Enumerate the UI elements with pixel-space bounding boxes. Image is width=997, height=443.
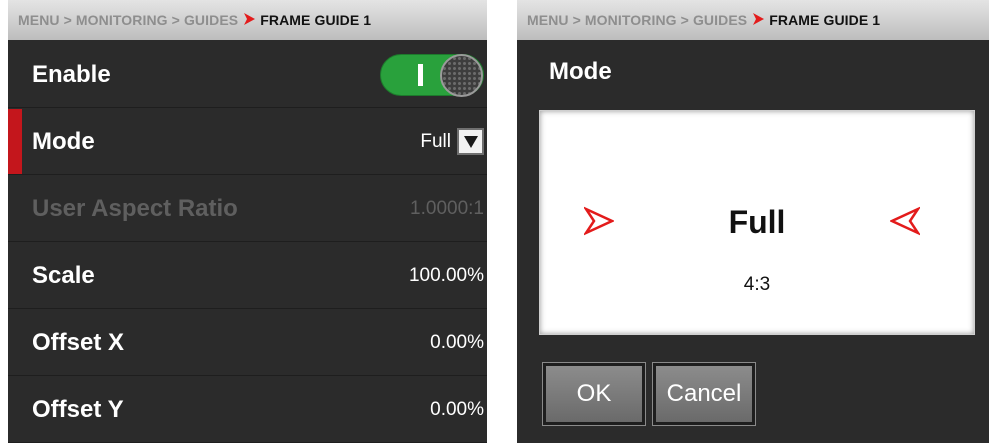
mode-label: Mode xyxy=(32,127,95,155)
breadcrumb-separator: > xyxy=(171,12,180,28)
chevron-right-red-icon xyxy=(752,12,765,29)
user-aspect-ratio-row: User Aspect Ratio 1.0000:1 xyxy=(8,176,487,242)
breadcrumb-current: FRAME GUIDE 1 xyxy=(769,12,881,28)
dialog-title: Mode xyxy=(549,58,612,85)
breadcrumb-separator: > xyxy=(63,12,72,28)
scale-row[interactable]: Scale 100.00% xyxy=(8,243,487,309)
dropdown-arrow-icon[interactable] xyxy=(457,128,484,155)
breadcrumb: MENU > MONITORING > GUIDES FRAME GUIDE 1 xyxy=(517,0,989,40)
mode-value: Full xyxy=(420,130,451,152)
mode-picker[interactable]: Full 4:3 xyxy=(539,110,975,335)
mode-dropdown[interactable]: Full xyxy=(420,128,484,155)
breadcrumb-current: FRAME GUIDE 1 xyxy=(260,12,372,28)
scale-value[interactable]: 100.00% xyxy=(409,265,484,287)
breadcrumb-separator: > xyxy=(572,12,581,28)
picker-next-icon[interactable] xyxy=(889,206,922,241)
breadcrumb-item-monitoring[interactable]: MONITORING xyxy=(76,12,168,28)
breadcrumb-item-guides[interactable]: GUIDES xyxy=(184,12,238,28)
settings-panel: MENU > MONITORING > GUIDES FRAME GUIDE 1… xyxy=(8,0,487,443)
breadcrumb-separator: > xyxy=(680,12,689,28)
offset-y-row[interactable]: Offset Y 0.00% xyxy=(8,377,487,443)
offset-y-label: Offset Y xyxy=(32,395,124,423)
offset-x-label: Offset X xyxy=(32,328,125,356)
breadcrumb-item-guides[interactable]: GUIDES xyxy=(693,12,747,28)
offset-x-row[interactable]: Offset X 0.00% xyxy=(8,310,487,376)
enable-row[interactable]: Enable xyxy=(8,42,487,108)
mode-dialog: MENU > MONITORING > GUIDES FRAME GUIDE 1… xyxy=(517,0,989,443)
mode-row[interactable]: Mode Full xyxy=(8,109,487,175)
ok-button[interactable]: OK xyxy=(542,362,646,426)
breadcrumb-item-menu[interactable]: MENU xyxy=(18,12,60,28)
scale-label: Scale xyxy=(32,261,95,289)
offset-x-value[interactable]: 0.00% xyxy=(430,332,484,354)
user-aspect-ratio-value: 1.0000:1 xyxy=(410,197,484,219)
breadcrumb-item-menu[interactable]: MENU xyxy=(527,12,569,28)
enable-toggle[interactable] xyxy=(380,53,484,97)
breadcrumb: MENU > MONITORING > GUIDES FRAME GUIDE 1 xyxy=(8,0,487,40)
picker-aspect-label: 4:3 xyxy=(743,274,771,295)
toggle-knob[interactable] xyxy=(440,53,483,97)
user-aspect-ratio-label: User Aspect Ratio xyxy=(32,194,238,222)
toggle-on-icon xyxy=(418,63,423,86)
selection-indicator xyxy=(8,109,22,174)
offset-y-value[interactable]: 0.00% xyxy=(430,399,484,421)
chevron-right-red-icon xyxy=(243,12,256,29)
breadcrumb-item-monitoring[interactable]: MONITORING xyxy=(585,12,677,28)
enable-label: Enable xyxy=(32,60,111,88)
cancel-button[interactable]: Cancel xyxy=(652,362,756,426)
